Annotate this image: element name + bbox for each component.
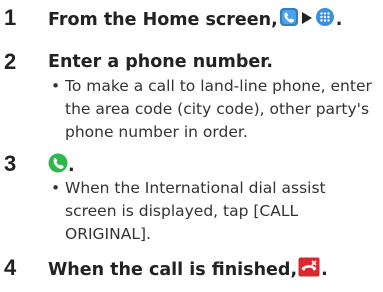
step-title-suffix: . [321, 260, 328, 280]
step-number: 3 [4, 151, 17, 176]
step-title-suffix: . [68, 156, 75, 176]
bullet-dot: • [51, 77, 61, 95]
step-title: From the Home screen, . [48, 7, 342, 33]
call-handset-icon [48, 153, 68, 179]
step-title-prefix: When the call is finished, [48, 260, 298, 280]
step-number: 4 [4, 255, 17, 280]
step-number: 2 [4, 49, 17, 74]
step-title-prefix: From the Home screen, [48, 10, 278, 30]
step-note: • To make a call to land-line phone, ent… [51, 75, 377, 144]
phone-app-icon [279, 7, 299, 33]
arrow-right-icon [301, 9, 313, 31]
step-note-text: When the International dial assist scree… [65, 179, 326, 243]
bullet-dot: • [51, 179, 61, 197]
step-note-text: To make a call to land-line phone, enter… [65, 77, 372, 141]
step-number: 1 [4, 5, 17, 30]
step-title: Enter a phone number. [48, 52, 274, 72]
step-title: When the call is finished, . [48, 257, 328, 283]
step-title: . [48, 153, 75, 179]
end-call-icon [298, 257, 320, 283]
step-note: • When the International dial assist scr… [51, 177, 377, 246]
step-title-suffix: . [335, 10, 343, 30]
dialpad-icon [315, 7, 335, 33]
